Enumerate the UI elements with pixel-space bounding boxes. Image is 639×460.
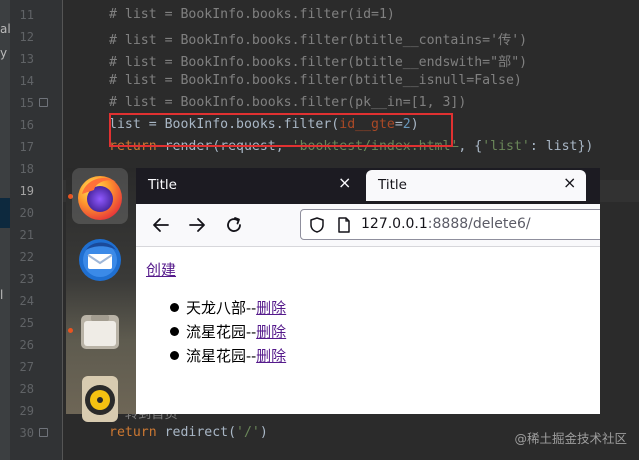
code-line[interactable]: # list = BookInfo.books.filter(pk__in=[1… <box>109 95 466 110</box>
dock-firefox[interactable] <box>72 168 128 224</box>
book-title: 天龙八部 <box>186 299 247 317</box>
list-item: 流星花园--删除 <box>170 321 286 345</box>
code-line[interactable]: # list = BookInfo.books.filter(btitle__c… <box>109 29 527 48</box>
tab-title-2[interactable]: Title × <box>366 170 586 201</box>
tab-title-1[interactable]: Title × <box>136 168 364 202</box>
code-token: , { <box>458 139 483 154</box>
book-title: 流星花园 <box>186 347 247 365</box>
line-number: 11 <box>19 8 34 22</box>
rhythmbox-icon <box>82 376 118 422</box>
firefox-window: Title × Title × 127.0.0.1:8888/delete6/ … <box>136 168 600 414</box>
separator: -- <box>246 299 257 317</box>
forward-arrow-icon <box>189 218 205 232</box>
line-number: 19 <box>19 184 34 198</box>
tab-label: Title <box>378 177 407 193</box>
url-text[interactable]: 127.0.0.1:8888/delete6/ <box>361 216 531 232</box>
line-number: 18 <box>19 162 34 176</box>
line-number: 14 <box>19 74 34 88</box>
code-token: # list = BookInfo.books.filter(pk__in=[1… <box>109 95 467 110</box>
list-item: 天龙八部--删除 <box>170 297 286 321</box>
separator: -- <box>246 347 257 365</box>
delete-link[interactable]: 删除 <box>256 347 286 365</box>
line-number: 17 <box>19 140 34 154</box>
line-number: 22 <box>19 250 34 264</box>
code-token: # list = BookInfo.books.filter(btitle__i… <box>109 73 522 88</box>
separator: -- <box>246 323 257 341</box>
page-info-icon[interactable] <box>335 216 353 234</box>
forward-button[interactable] <box>185 213 209 237</box>
line-number: 28 <box>19 382 34 396</box>
line-number: 16 <box>19 118 34 132</box>
delete-link[interactable]: 删除 <box>256 299 286 317</box>
code-line[interactable]: return redirect('/') <box>109 425 268 440</box>
highlight-annotation-box <box>109 113 453 147</box>
code-line[interactable]: # list = BookInfo.books.filter(btitle__e… <box>109 51 527 70</box>
code-line[interactable]: # list = BookInfo.books.filter(id=1) <box>109 7 395 22</box>
project-panel-fragment: y <box>0 46 8 60</box>
code-token: return <box>109 425 157 440</box>
tab-label: Title <box>148 177 177 193</box>
code-token: 'list' <box>482 139 530 154</box>
fold-marker-icon[interactable] <box>39 98 48 107</box>
line-number: 24 <box>19 294 34 308</box>
code-token: # list = BookInfo.books.filter(id=1) <box>109 7 395 22</box>
reload-button[interactable] <box>222 213 246 237</box>
create-link[interactable]: 创建 <box>146 259 176 280</box>
dock-files[interactable] <box>72 304 128 360</box>
line-number: 25 <box>19 316 34 330</box>
files-icon <box>81 315 119 349</box>
line-number: 29 <box>19 404 34 418</box>
line-number: 15 <box>19 96 34 110</box>
code-token: '/' <box>236 425 260 440</box>
url-path: :8888/delete6/ <box>427 216 531 232</box>
project-panel-edge[interactable]: al. y l <box>0 0 15 460</box>
book-list: 天龙八部--删除 流星花园--删除 流星花园--删除 <box>170 297 286 369</box>
line-number: 26 <box>19 338 34 352</box>
line-number: 13 <box>19 52 34 66</box>
back-arrow-icon <box>153 218 169 232</box>
line-number: 12 <box>19 30 34 44</box>
back-button[interactable] <box>149 213 173 237</box>
close-tab-icon[interactable]: × <box>338 175 351 191</box>
url-host: 127.0.0.1 <box>361 216 428 232</box>
project-panel-selection <box>0 198 10 228</box>
code-token: # list = BookInfo.books.filter(btitle__c… <box>109 33 528 48</box>
thunderbird-icon <box>79 239 121 281</box>
line-number: 21 <box>19 228 34 242</box>
navigation-toolbar: 127.0.0.1:8888/delete6/ <box>136 204 600 247</box>
close-tab-icon[interactable]: × <box>563 175 576 191</box>
line-number: 30 <box>19 426 34 440</box>
code-token: # list = BookInfo.books.filter(btitle__e… <box>109 55 528 70</box>
code-line[interactable]: # list = BookInfo.books.filter(btitle__i… <box>109 73 522 88</box>
code-token: ) <box>259 425 268 440</box>
tab-bar: Title × Title × <box>136 168 600 204</box>
firefox-icon <box>78 176 122 220</box>
code-token: : list}) <box>529 139 594 154</box>
fold-marker-icon[interactable] <box>39 428 48 437</box>
code-token: redirect( <box>156 425 237 440</box>
delete-link[interactable]: 删除 <box>256 323 286 341</box>
shield-icon[interactable] <box>308 216 326 234</box>
ubuntu-dock <box>66 168 136 422</box>
line-number: 20 <box>19 206 34 220</box>
dock-thunderbird[interactable] <box>72 232 128 288</box>
line-number: 27 <box>19 360 34 374</box>
dock-rhythmbox[interactable] <box>72 370 128 426</box>
watermark: @稀土掘金技术社区 <box>514 431 627 446</box>
address-bar[interactable]: 127.0.0.1:8888/delete6/ <box>300 209 600 240</box>
project-panel-fragment: l <box>0 288 4 302</box>
page-content: 创建 天龙八部--删除 流星花园--删除 流星花园--删除 <box>136 247 600 414</box>
reload-icon <box>227 217 241 232</box>
line-number: 23 <box>19 272 34 286</box>
book-title: 流星花园 <box>186 323 247 341</box>
list-item: 流星花园--删除 <box>170 345 286 369</box>
